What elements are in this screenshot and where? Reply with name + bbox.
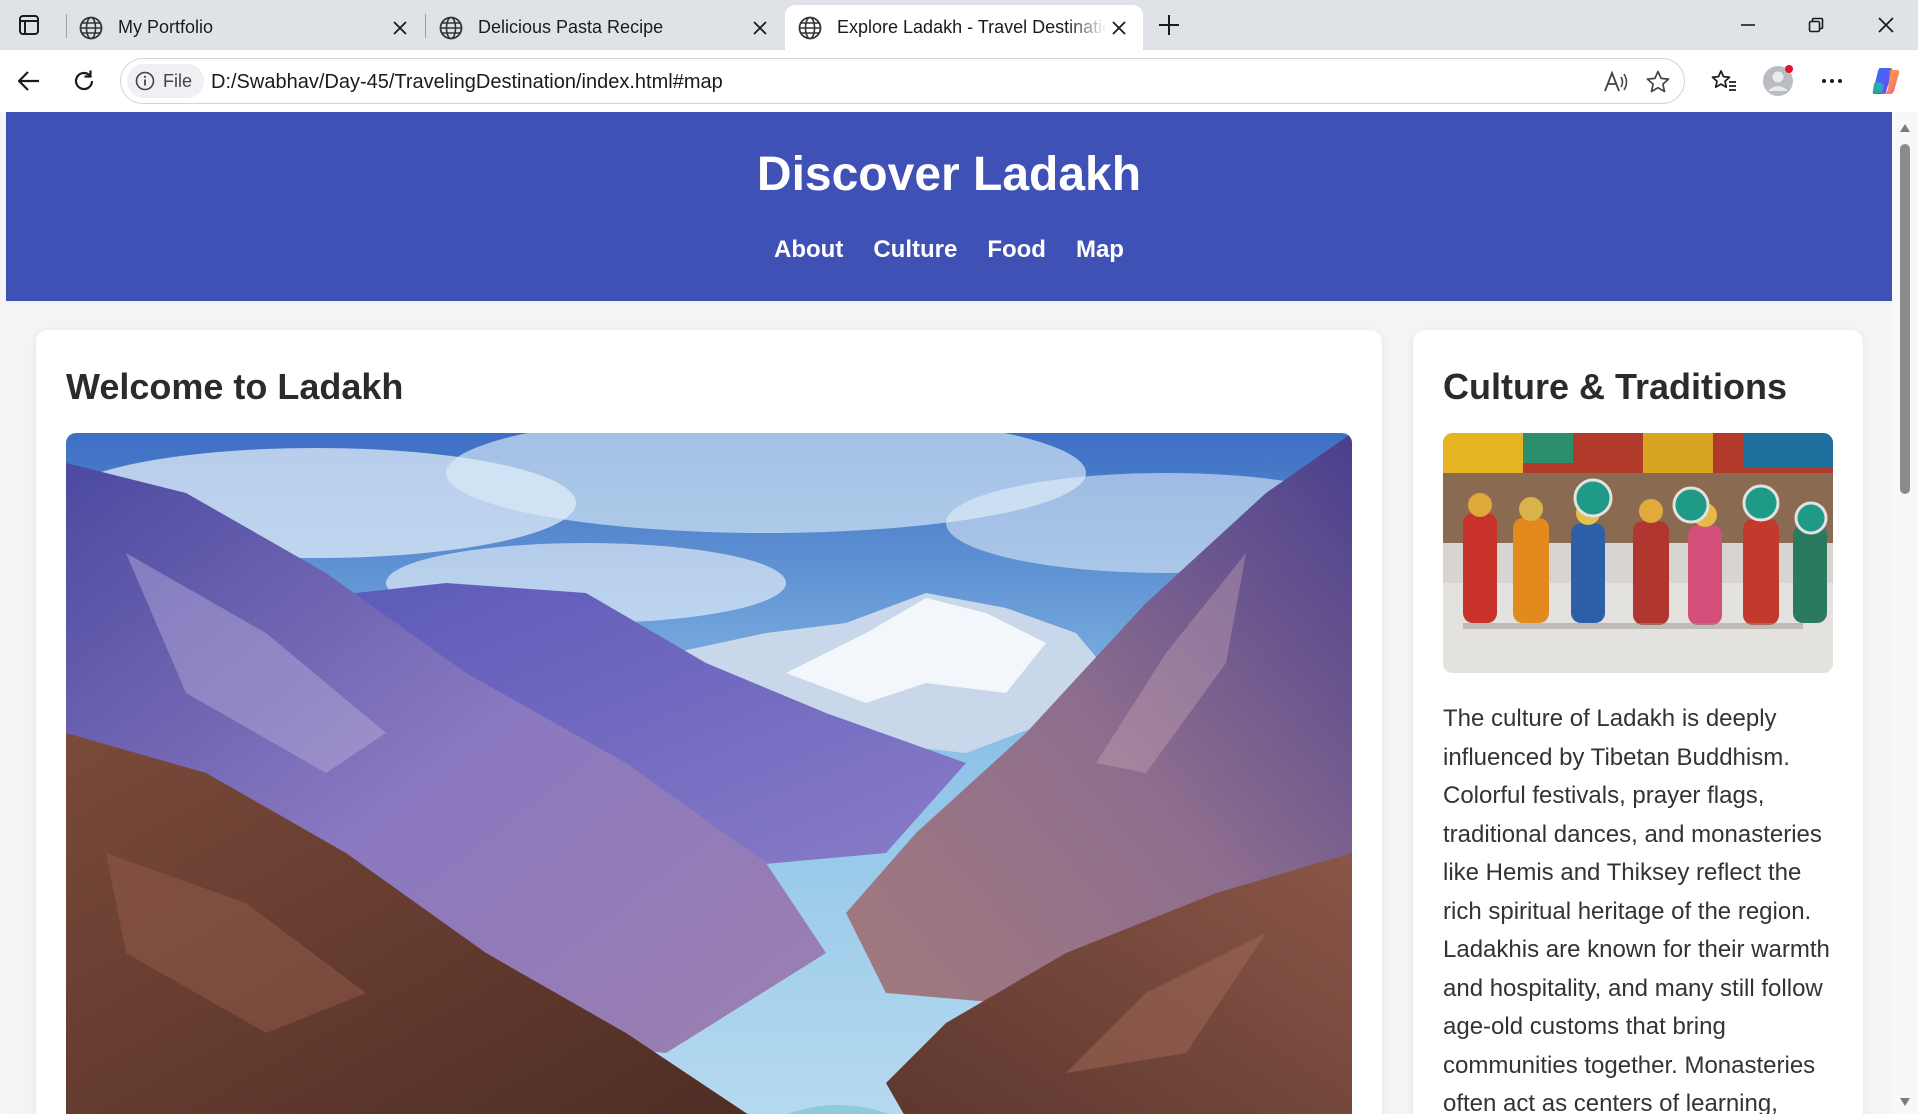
scroll-up-icon[interactable] — [1899, 122, 1911, 134]
more-options-icon[interactable] — [1815, 64, 1849, 98]
scroll-thumb[interactable] — [1900, 144, 1910, 494]
ladakh-landscape-image — [66, 433, 1352, 1114]
minimize-icon[interactable] — [1728, 12, 1768, 38]
tab-title: My Portfolio — [118, 17, 214, 37]
tab-explore-ladakh[interactable]: Explore Ladakh - Travel Destination — [785, 5, 1143, 50]
info-icon — [135, 71, 155, 91]
address-bar[interactable]: File D:/Swabhav/Day-45/TravelingDestinat… — [120, 58, 1685, 104]
close-tab-icon[interactable] — [388, 16, 412, 40]
browser-toolbar: File D:/Swabhav/Day-45/TravelingDestinat… — [0, 50, 1918, 112]
nav-link-map[interactable]: Map — [1076, 236, 1124, 264]
culture-section: Culture & Traditions The culture of Lada… — [1413, 330, 1863, 1114]
close-window-icon[interactable] — [1866, 12, 1906, 38]
new-tab-icon[interactable] — [1154, 10, 1184, 40]
nav-link-culture[interactable]: Culture — [873, 236, 957, 264]
tab-title: Explore Ladakh - Travel Destination — [837, 17, 1107, 37]
favorite-star-icon[interactable] — [1643, 67, 1673, 97]
read-aloud-icon[interactable] — [1601, 67, 1631, 97]
favorites-icon[interactable] — [1707, 64, 1741, 98]
tab-my-portfolio[interactable]: My Portfolio — [66, 5, 424, 50]
restore-icon[interactable] — [1796, 12, 1836, 38]
site-title: Discover Ladakh — [756, 148, 1142, 201]
globe-icon — [79, 16, 103, 39]
culture-heading: Culture & Traditions — [1443, 366, 1788, 407]
copilot-icon[interactable] — [1869, 64, 1903, 98]
close-tab-icon[interactable] — [1107, 16, 1131, 40]
url-text[interactable]: D:/Swabhav/Day-45/TravelingDestination/i… — [211, 71, 723, 94]
culture-text: The culture of Ladakh is deeply influenc… — [1443, 705, 1830, 1114]
nav-link-food[interactable]: Food — [987, 236, 1046, 264]
site-nav: About Culture Food Map — [6, 236, 1892, 264]
browser-tab-strip: My Portfolio Delicious Pasta Recipe Expl… — [0, 0, 1918, 50]
tab-delicious-pasta-recipe[interactable]: Delicious Pasta Recipe — [426, 5, 784, 50]
refresh-icon[interactable] — [67, 64, 101, 98]
profile-avatar[interactable] — [1761, 64, 1795, 98]
welcome-section: Welcome to Ladakh — [36, 330, 1382, 1114]
globe-icon — [439, 16, 463, 39]
tab-actions-icon[interactable] — [14, 12, 44, 38]
page-viewport: Discover Ladakh About Culture Food Map W… — [6, 112, 1892, 1114]
page-scrollbar[interactable] — [1892, 112, 1918, 1114]
scroll-down-icon[interactable] — [1899, 1096, 1911, 1108]
site-info-button[interactable]: File — [127, 64, 205, 98]
site-info-label: File — [163, 70, 193, 91]
culture-festival-image — [1443, 433, 1833, 673]
tab-title: Delicious Pasta Recipe — [478, 17, 664, 37]
close-tab-icon[interactable] — [748, 16, 772, 40]
globe-icon — [798, 16, 822, 39]
nav-link-about[interactable]: About — [774, 236, 843, 264]
welcome-heading: Welcome to Ladakh — [66, 366, 404, 407]
site-header: Discover Ladakh About Culture Food Map — [6, 112, 1892, 301]
back-icon[interactable] — [12, 64, 46, 98]
